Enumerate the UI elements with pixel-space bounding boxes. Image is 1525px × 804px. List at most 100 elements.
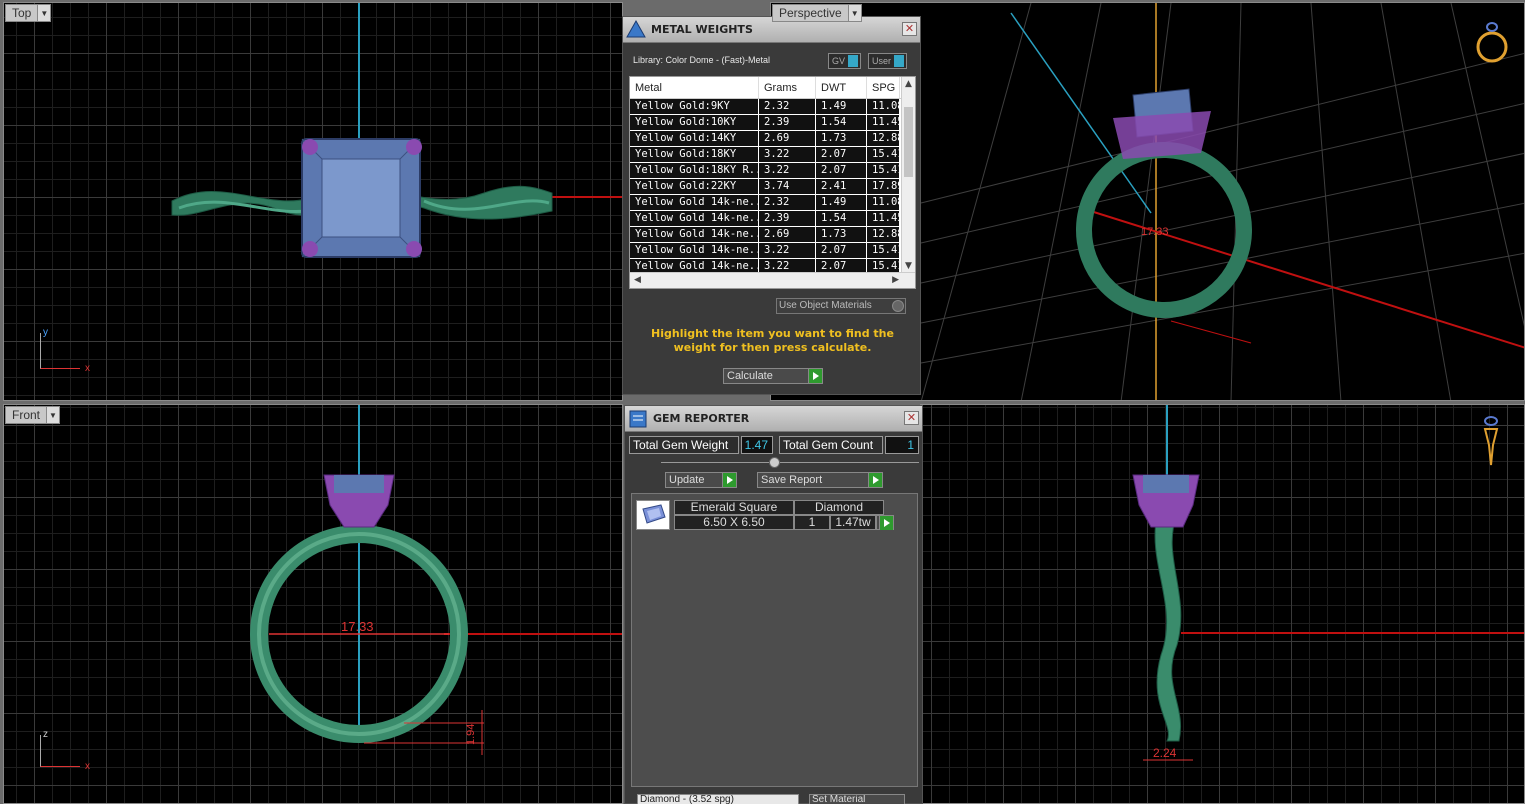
column-header[interactable]: SPG [867,77,900,98]
viewport-label-top[interactable]: Top ▼ [5,4,52,22]
viewport-label-text: Top [12,6,32,20]
pendant-view-icon[interactable] [1479,415,1503,469]
front-thickness: 1.94 [465,724,477,745]
gv-toggle[interactable]: GV [828,53,862,69]
table-cell: 12.88 [867,227,900,242]
close-icon[interactable]: ✕ [902,22,917,36]
table-row[interactable]: Yellow Gold:18KY R...3.222.0715.41 [630,163,915,179]
table-cell: Yellow Gold 14k-ne... [630,243,759,258]
metal-weights-panel[interactable]: METAL WEIGHTS ✕ Library: Color Dome - (F… [622,16,921,395]
table-row[interactable]: Yellow Gold:9KY2.321.4911.08 [630,99,915,115]
vertical-scrollbar[interactable]: ▲ ▼ [901,77,915,273]
gem-shape: Emerald Square [674,500,794,515]
table-cell: Yellow Gold:18KY R... [630,163,759,178]
table-header: Metal Grams DWT SPG [630,77,915,99]
viewport-right[interactable]: 2.24 [920,404,1525,804]
side-width: 2.24 [1153,746,1177,760]
table-row[interactable]: Yellow Gold 14k-ne...2.391.5411.45 [630,211,915,227]
material-select[interactable]: Diamond - (3.52 spg) [637,794,799,804]
table-cell: Yellow Gold 14k-ne... [630,211,759,226]
axis-gizmo: z x [40,729,90,772]
gv-toggle-label: GV [832,56,846,66]
axis-label-y: y [43,327,48,338]
gem-select-button[interactable] [876,515,894,530]
metal-table[interactable]: Metal Grams DWT SPG Yellow Gold:9KY 2.32 1… [629,76,916,289]
options-icon[interactable] [892,300,904,312]
gem-list[interactable]: Emerald Square Diamond 6.50 X 6.50 1 1.4… [631,493,918,787]
table-cell: 3.22 [759,147,816,162]
button-label: Calculate [727,370,773,382]
right-view-canvas: 2.24 [1132,405,1524,761]
divider [661,462,919,463]
table-row[interactable]: Yellow Gold:10KY2.391.5411.45 [630,115,915,131]
front-view-canvas: 17.33 1.94 [250,405,622,755]
table-cell: 2.07 [816,147,867,162]
table-body: Yellow Gold:9KY2.321.4911.08Yellow Gold:… [630,99,915,275]
table-cell: 1.54 [816,211,867,226]
persp-dimension: 17.33 [1141,226,1169,238]
table-row[interactable]: Yellow Gold:22KY3.742.4117.89 [630,179,915,195]
table-cell: 2.07 [816,243,867,258]
table-cell: Yellow Gold:14KY [630,131,759,146]
gem-reporter-titlebar[interactable]: GEM REPORTER ✕ [625,406,922,432]
divider-handle[interactable] [769,457,780,468]
table-cell: 11.45 [867,211,900,226]
update-button[interactable]: Update [665,472,737,488]
table-cell: Yellow Gold:18KY [630,147,759,162]
use-object-materials-select[interactable]: Use Object Materials [776,298,906,314]
calculate-button[interactable]: Calculate [723,368,823,384]
ring-view-icon[interactable] [1473,21,1511,65]
chevron-down-icon[interactable]: ▼ [37,5,51,21]
column-header[interactable]: Metal [630,77,759,98]
table-row[interactable]: Yellow Gold:14KY2.691.7312.88 [630,131,915,147]
table-cell: 15.41 [867,147,900,162]
gem-count: 1 [794,515,830,530]
viewport-label-front[interactable]: Front ▼ [5,406,61,424]
viewport-front[interactable]: Front ▼ 17.33 1.94 z x [3,404,623,804]
total-gem-count-value: 1 [885,436,919,454]
axis-label-x: x [85,363,90,374]
scroll-thumb[interactable] [904,107,913,177]
table-cell: 12.88 [867,131,900,146]
play-icon [808,369,822,383]
button-label: Save Report [761,474,823,486]
table-cell: 1.49 [816,99,867,114]
table-row[interactable]: Yellow Gold:18KY3.222.0715.41 [630,147,915,163]
scroll-right-icon[interactable]: ▶ [892,275,899,285]
chevron-down-icon[interactable]: ▼ [847,5,861,21]
gem-material: Diamond [794,500,884,515]
horizontal-scrollbar[interactable]: ◀ ▶ [630,272,915,288]
play-icon [879,516,893,530]
play-icon [868,473,882,487]
table-cell: 17.89 [867,179,900,194]
scroll-down-icon[interactable]: ▼ [905,261,912,271]
panel-title: METAL WEIGHTS [651,23,753,36]
table-row[interactable]: Yellow Gold 14k-ne...2.321.4911.08 [630,195,915,211]
column-header[interactable]: Grams [759,77,816,98]
scroll-left-icon[interactable]: ◀ [634,275,641,285]
viewport-top[interactable]: Top ▼ y x [3,2,623,401]
panel-title: GEM REPORTER [653,412,750,425]
close-icon[interactable]: ✕ [904,411,919,425]
select-value: Use Object Materials [779,300,872,311]
set-material-button[interactable]: Set Material [809,794,905,804]
table-cell: 2.07 [816,163,867,178]
emerald-square-gem-icon[interactable] [636,500,670,530]
total-gem-count-label: Total Gem Count [779,436,883,454]
chevron-down-icon[interactable]: ▼ [46,407,60,423]
table-cell: 2.69 [759,131,816,146]
library-label: Library: Color Dome - (Fast)-Metal [633,55,771,65]
table-cell: 1.49 [816,195,867,210]
column-header[interactable]: DWT [816,77,867,98]
viewport-label-perspective[interactable]: Perspective ▼ [772,4,862,22]
save-report-button[interactable]: Save Report [757,472,883,488]
user-toggle[interactable]: User [868,53,908,69]
table-cell: 2.39 [759,115,816,130]
gem-reporter-panel[interactable]: GEM REPORTER ✕ Total Gem Weight 1.47 Tot… [624,405,923,804]
table-cell: Yellow Gold:10KY [630,115,759,130]
table-row[interactable]: Yellow Gold 14k-ne...3.222.0715.41 [630,243,915,259]
table-cell: 2.41 [816,179,867,194]
table-cell: 2.32 [759,99,816,114]
scroll-up-icon[interactable]: ▲ [905,79,912,89]
table-row[interactable]: Yellow Gold 14k-ne...2.691.7312.88 [630,227,915,243]
